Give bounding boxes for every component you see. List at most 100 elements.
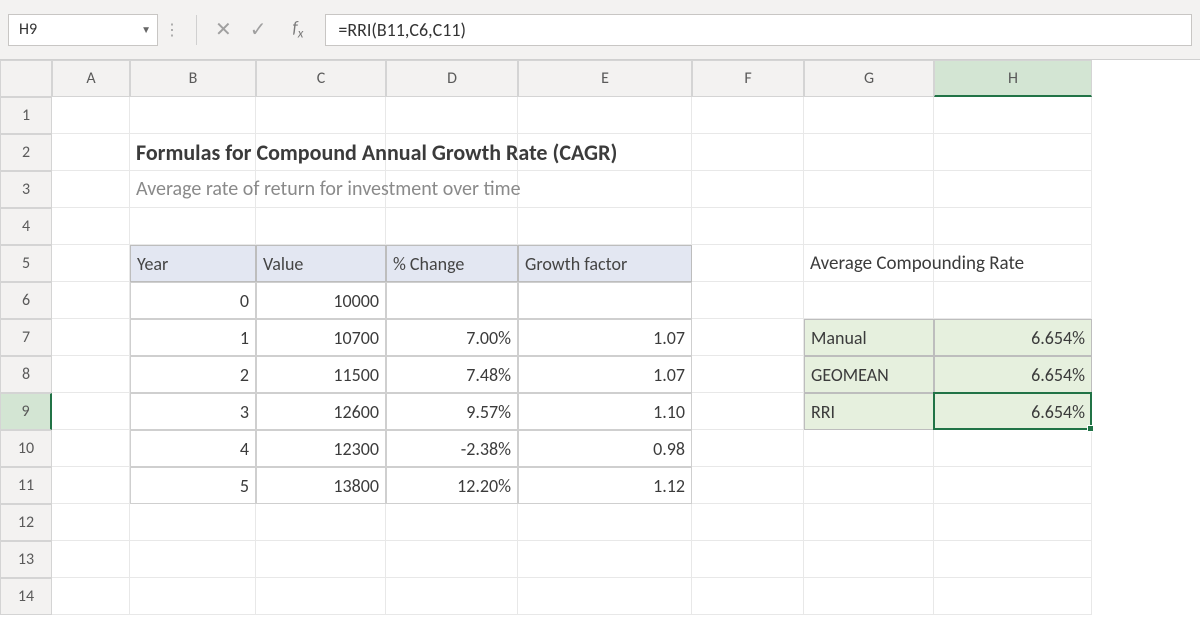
cell-D11[interactable]: 12.20% [386,467,518,504]
row-header-11[interactable]: 11 [0,467,52,504]
cell-D1[interactable] [386,97,518,134]
cell-G5[interactable]: Average Compounding Rate [804,245,934,282]
cell-G2[interactable] [804,134,934,171]
table-header-growth-factor[interactable]: Growth factor [518,245,692,282]
cell-F4[interactable] [692,208,804,245]
side-value-1[interactable]: 6.654% [934,356,1092,393]
cell-E12[interactable] [518,504,692,541]
cell-A10[interactable] [52,430,130,467]
cell-D6[interactable] [386,282,518,319]
cell-B1[interactable] [130,97,256,134]
cell-A7[interactable] [52,319,130,356]
cell-E3[interactable] [518,171,692,208]
cell-H12[interactable] [934,504,1092,541]
cell-D14[interactable] [386,578,518,615]
cancel-icon[interactable]: ✕ [215,17,232,42]
cell-G14[interactable] [804,578,934,615]
cell-H4[interactable] [934,208,1092,245]
cell-F12[interactable] [692,504,804,541]
row-header-8[interactable]: 8 [0,356,52,393]
row-header-6[interactable]: 6 [0,282,52,319]
row-header-13[interactable]: 13 [0,541,52,578]
cell-D13[interactable] [386,541,518,578]
name-box[interactable]: H9 ▼ [8,14,158,46]
cell-E6[interactable] [518,282,692,319]
cell-D8[interactable]: 7.48% [386,356,518,393]
cell-F7[interactable] [692,319,804,356]
row-header-2[interactable]: 2 [0,134,52,171]
cell-B4[interactable] [130,208,256,245]
cell-G1[interactable] [804,97,934,134]
cell-H13[interactable] [934,541,1092,578]
accept-icon[interactable]: ✓ [250,17,267,42]
cell-E13[interactable] [518,541,692,578]
cell-E9[interactable]: 1.10 [518,393,692,430]
cell-B9[interactable]: 3 [130,393,256,430]
side-value-2[interactable]: 6.654% [934,393,1092,430]
spreadsheet-grid[interactable]: ABCDEFGH12Formulas for Compound Annual G… [0,60,1200,615]
cell-E14[interactable] [518,578,692,615]
column-header-A[interactable]: A [52,60,130,97]
cell-F2[interactable] [692,134,804,171]
cell-H6[interactable] [934,282,1092,319]
cell-B10[interactable]: 4 [130,430,256,467]
cell-G10[interactable] [804,430,934,467]
cell-H3[interactable] [934,171,1092,208]
column-header-G[interactable]: G [804,60,934,97]
cell-C6[interactable]: 10000 [256,282,386,319]
cell-F9[interactable] [692,393,804,430]
cell-B7[interactable]: 1 [130,319,256,356]
cell-D7[interactable]: 7.00% [386,319,518,356]
side-label-rri[interactable]: RRI [804,393,934,430]
side-label-geomean[interactable]: GEOMEAN [804,356,934,393]
row-header-12[interactable]: 12 [0,504,52,541]
cell-E8[interactable]: 1.07 [518,356,692,393]
cell-C10[interactable]: 12300 [256,430,386,467]
cell-H2[interactable] [934,134,1092,171]
cell-C1[interactable] [256,97,386,134]
cell-A11[interactable] [52,467,130,504]
side-value-0[interactable]: 6.654% [934,319,1092,356]
cell-G4[interactable] [804,208,934,245]
formula-input[interactable]: =RRI(B11,C6,C11) [325,14,1192,46]
row-header-7[interactable]: 7 [0,319,52,356]
cell-B11[interactable]: 5 [130,467,256,504]
cell-C11[interactable]: 13800 [256,467,386,504]
cell-F14[interactable] [692,578,804,615]
cell-G3[interactable] [804,171,934,208]
select-all-corner[interactable] [0,60,52,97]
cell-A3[interactable] [52,171,130,208]
cell-B3[interactable]: Average rate of return for investment ov… [130,171,256,208]
column-header-F[interactable]: F [692,60,804,97]
cell-B12[interactable] [130,504,256,541]
cell-C4[interactable] [256,208,386,245]
cell-F10[interactable] [692,430,804,467]
cell-F1[interactable] [692,97,804,134]
cell-B13[interactable] [130,541,256,578]
column-header-D[interactable]: D [386,60,518,97]
row-header-9[interactable]: 9 [0,393,52,430]
cell-C9[interactable]: 12600 [256,393,386,430]
cell-B6[interactable]: 0 [130,282,256,319]
cell-B2[interactable]: Formulas for Compound Annual Growth Rate… [130,134,256,171]
cell-E4[interactable] [518,208,692,245]
cell-A12[interactable] [52,504,130,541]
cell-D9[interactable]: 9.57% [386,393,518,430]
row-header-14[interactable]: 14 [0,578,52,615]
row-header-3[interactable]: 3 [0,171,52,208]
cell-A2[interactable] [52,134,130,171]
cell-C7[interactable]: 10700 [256,319,386,356]
column-header-B[interactable]: B [130,60,256,97]
cell-A8[interactable] [52,356,130,393]
cell-F8[interactable] [692,356,804,393]
cell-A1[interactable] [52,97,130,134]
cell-A6[interactable] [52,282,130,319]
side-label-manual[interactable]: Manual [804,319,934,356]
cell-A9[interactable] [52,393,130,430]
column-header-C[interactable]: C [256,60,386,97]
cell-A14[interactable] [52,578,130,615]
cell-B8[interactable]: 2 [130,356,256,393]
cell-H1[interactable] [934,97,1092,134]
cell-A13[interactable] [52,541,130,578]
cell-C14[interactable] [256,578,386,615]
